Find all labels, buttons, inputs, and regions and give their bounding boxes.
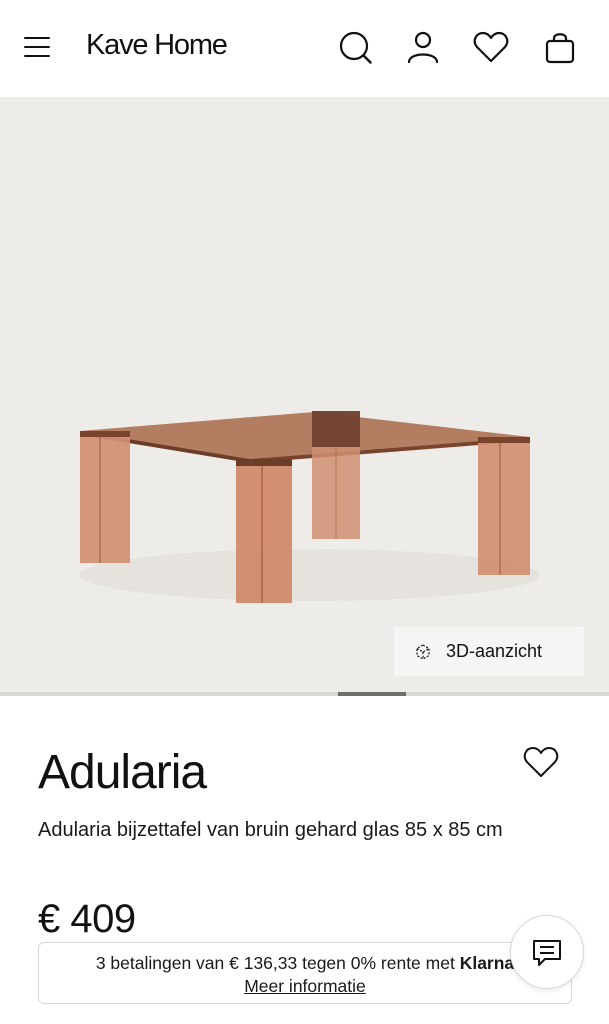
chat-button[interactable] [510, 915, 584, 989]
favorite-heart-icon[interactable] [520, 743, 562, 783]
product-price: € 409 [38, 897, 136, 941]
klarna-brand: Klarna [459, 953, 515, 973]
product-title: Adularia [38, 746, 207, 799]
bag-icon[interactable] [540, 28, 580, 68]
menu-icon[interactable] [22, 34, 52, 60]
wishlist-icon[interactable] [471, 28, 511, 68]
chat-icon [533, 940, 561, 966]
klarna-payment-banner: 3 betalingen van € 136,33 tegen 0% rente… [38, 942, 572, 1004]
gallery-scroll-thumb[interactable] [338, 692, 406, 696]
brand-logo[interactable]: Kave Home [86, 29, 228, 62]
view-3d-button[interactable]: 3D-aanzicht [394, 627, 584, 676]
klarna-more-info-link[interactable]: Meer informatie [39, 976, 571, 997]
gallery-scrollbar[interactable] [0, 692, 609, 696]
account-icon[interactable] [403, 28, 443, 68]
klarna-text-line: 3 betalingen van € 136,33 tegen 0% rente… [39, 953, 571, 974]
header: Kave Home [0, 0, 609, 97]
product-description: Adularia bijzettafel van bruin gehard gl… [38, 819, 503, 841]
product-gallery[interactable]: 3D-aanzicht [0, 97, 609, 693]
view-3d-label: 3D-aanzicht [446, 641, 543, 661]
klarna-installments-text: 3 betalingen van € 136,33 tegen 0% rente… [95, 953, 460, 973]
cube-3d-icon [416, 643, 430, 660]
product-image [80, 411, 540, 603]
search-icon[interactable] [335, 28, 375, 68]
